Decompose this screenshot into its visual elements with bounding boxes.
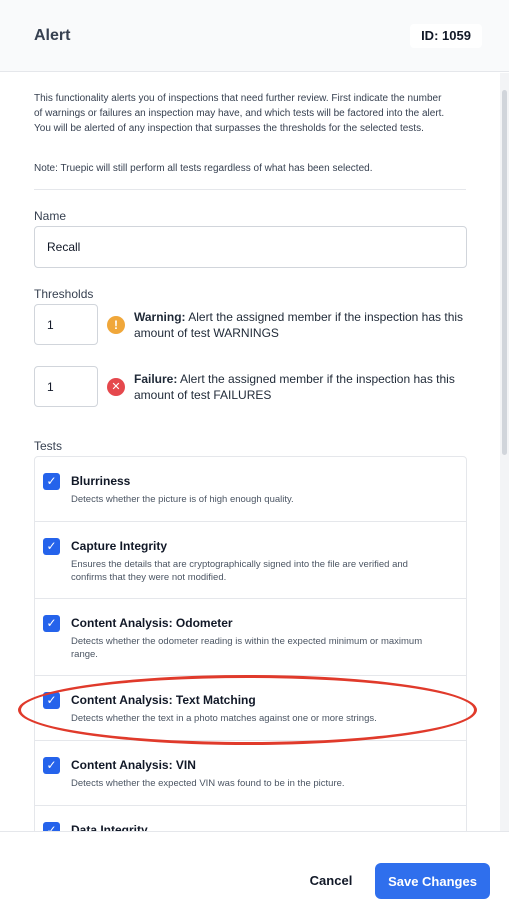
tests-label: Tests bbox=[34, 439, 63, 453]
test-title: Content Analysis: VIN bbox=[71, 758, 196, 772]
failure-title: Failure: bbox=[134, 372, 178, 386]
test-description: Detects whether the expected VIN was fou… bbox=[71, 778, 345, 789]
name-label: Name bbox=[34, 209, 67, 223]
highlight-ellipse bbox=[18, 675, 477, 745]
warning-icon: ! bbox=[107, 316, 125, 334]
modal-footer: Cancel Save Changes bbox=[0, 831, 509, 913]
warning-threshold-input[interactable] bbox=[34, 304, 98, 345]
cancel-button[interactable]: Cancel bbox=[296, 862, 366, 898]
error-icon: ✕ bbox=[107, 378, 125, 396]
test-title: Content Analysis: Odometer bbox=[71, 616, 233, 630]
intro-text: This functionality alerts you of inspect… bbox=[34, 93, 445, 134]
failure-description: Failure: Alert the assigned member if th… bbox=[134, 371, 474, 403]
test-item-capture-integrity[interactable]: ✓ Capture Integrity Ensures the details … bbox=[35, 522, 466, 599]
test-title: Capture Integrity bbox=[71, 539, 168, 553]
checkbox-checked[interactable]: ✓ bbox=[43, 473, 60, 490]
checkbox-checked[interactable]: ✓ bbox=[43, 757, 60, 774]
test-item-content-analysis-odometer[interactable]: ✓ Content Analysis: Odometer Detects whe… bbox=[35, 599, 466, 676]
test-item-data-integrity[interactable]: ✓ Data Integrity bbox=[35, 806, 466, 831]
modal-header: Alert ID: 1059 bbox=[0, 0, 509, 72]
modal-title: Alert bbox=[34, 27, 71, 44]
test-title: Blurriness bbox=[71, 474, 131, 488]
test-item-content-analysis-vin[interactable]: ✓ Content Analysis: VIN Detects whether … bbox=[35, 741, 466, 806]
checkbox-checked[interactable]: ✓ bbox=[43, 538, 60, 555]
test-description: Detects whether the picture is of high e… bbox=[71, 494, 294, 505]
checkbox-checked[interactable]: ✓ bbox=[43, 822, 60, 831]
alert-id-badge: ID: 1059 bbox=[410, 24, 482, 48]
intro-note: Note: Truepic will still perform all tes… bbox=[34, 163, 373, 174]
thresholds-label: Thresholds bbox=[34, 287, 94, 301]
failure-text: Alert the assigned member if the inspect… bbox=[134, 372, 455, 402]
tests-list: ✓ Blurriness Detects whether the picture… bbox=[34, 456, 467, 831]
test-description: Detects whether the odometer reading is … bbox=[71, 636, 423, 660]
test-item-blurriness[interactable]: ✓ Blurriness Detects whether the picture… bbox=[35, 457, 466, 522]
warning-description: Warning: Alert the assigned member if th… bbox=[134, 309, 474, 341]
test-description: Ensures the details that are cryptograph… bbox=[71, 559, 408, 583]
warning-title: Warning: bbox=[134, 310, 186, 324]
save-changes-button[interactable]: Save Changes bbox=[375, 863, 490, 899]
test-title: Data Integrity bbox=[71, 823, 148, 831]
divider bbox=[34, 189, 466, 190]
checkbox-checked[interactable]: ✓ bbox=[43, 615, 60, 632]
name-input[interactable] bbox=[34, 226, 467, 268]
scrollbar-thumb[interactable] bbox=[502, 90, 507, 455]
failure-threshold-input[interactable] bbox=[34, 366, 98, 407]
